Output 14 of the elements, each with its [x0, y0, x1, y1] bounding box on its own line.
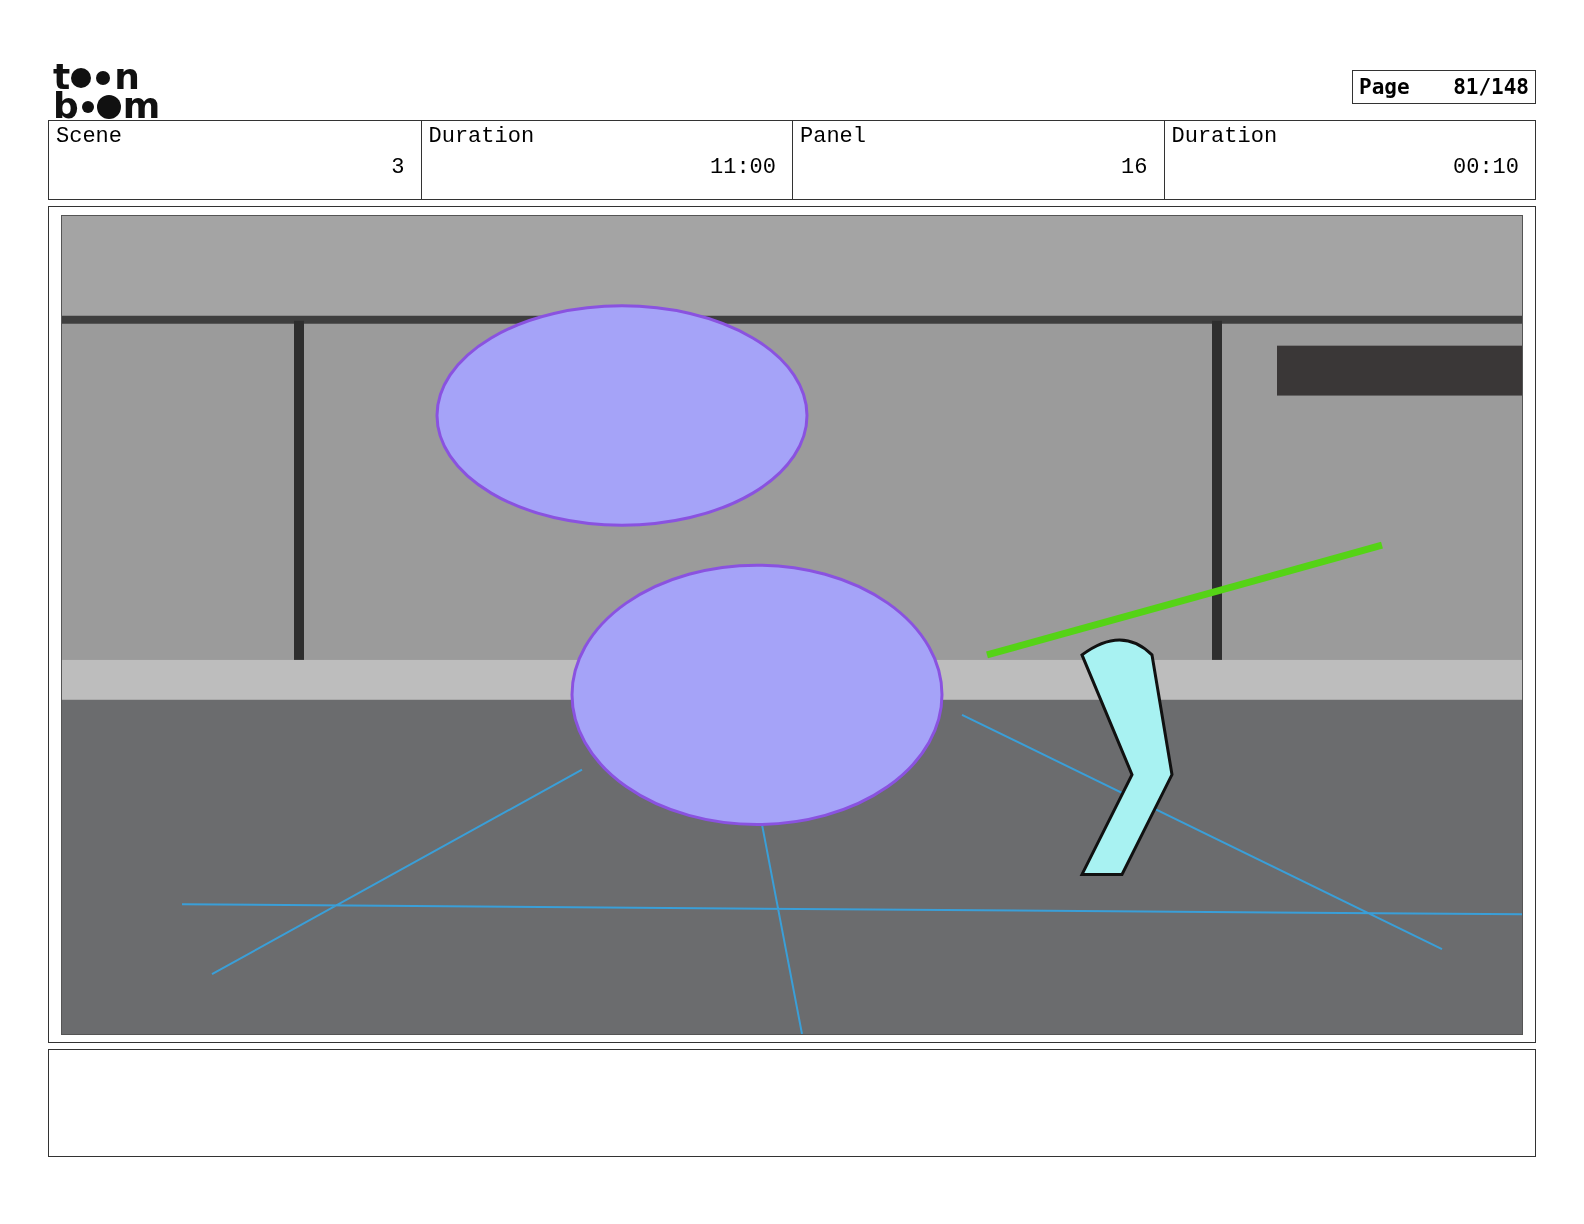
logo-text: n: [114, 62, 140, 91]
field-label: Scene: [56, 124, 123, 149]
field-value: 11:00: [710, 155, 776, 180]
field-label: Duration: [1171, 124, 1279, 149]
logo-text: t: [53, 62, 71, 91]
field-value: 3: [391, 155, 405, 180]
logo-text: m: [122, 91, 161, 120]
page-label: Page: [1359, 75, 1410, 99]
page-number: 81/148: [1453, 75, 1529, 99]
field-label: Duration: [428, 124, 536, 149]
field-value: 00:10: [1453, 155, 1519, 180]
field-value: 16: [1121, 155, 1148, 180]
field-label: Panel: [800, 124, 867, 149]
logo-text: b: [53, 91, 79, 120]
